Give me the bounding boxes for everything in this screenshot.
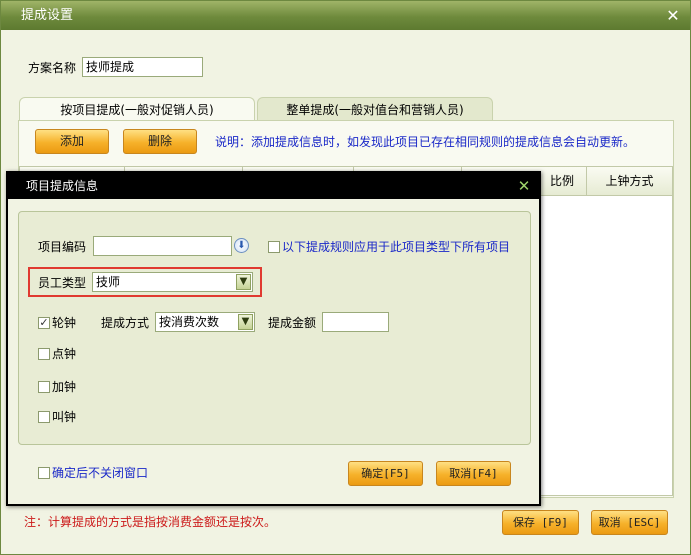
window-title: 提成设置 xyxy=(1,1,690,30)
item-code-input[interactable] xyxy=(93,236,232,256)
column-header-ratio[interactable]: 比例 xyxy=(538,167,586,195)
method-value: 按消费次数 xyxy=(159,315,220,329)
option-checkbox-dianzhong[interactable] xyxy=(38,348,50,360)
option-label-jiaozhong: 叫钟 xyxy=(52,410,77,424)
toolbar-note: 说明：添加提成信息时，如发现此项目已存在相同规则的提成信息会自动更新。 xyxy=(215,135,636,149)
item-commission-dialog: 项目提成信息 ✕ 项目编码 ⬇ 以下提成规则应用于此项目类型下所有项目 员工类型… xyxy=(6,171,541,506)
lookup-down-icon[interactable]: ⬇ xyxy=(234,238,249,253)
apply-all-checkbox[interactable] xyxy=(268,241,280,253)
close-icon[interactable]: ✕ xyxy=(664,1,682,30)
add-button[interactable]: 添加 xyxy=(35,129,109,154)
column-header-shift-method[interactable]: 上钟方式 xyxy=(587,167,672,195)
dialog-title: 项目提成信息 xyxy=(8,173,539,199)
footer-note: 注：计算提成的方式是指按消费金额还是按次。 xyxy=(24,515,277,529)
tab-by-item[interactable]: 按项目提成(一般对促销人员) xyxy=(19,97,255,121)
chevron-down-icon[interactable]: ▼ xyxy=(238,314,253,330)
method-label: 提成方式 xyxy=(101,316,150,330)
employee-type-value: 技师 xyxy=(96,275,121,289)
rule-group: 项目编码 ⬇ 以下提成规则应用于此项目类型下所有项目 员工类型 技师 ▼ ✓ 轮… xyxy=(18,211,531,445)
scheme-name-label: 方案名称 xyxy=(28,61,77,75)
option-label-dianzhong: 点钟 xyxy=(52,347,77,361)
dialog-ok-button[interactable]: 确定[F5] xyxy=(348,461,423,486)
option-checkbox-jiazhong[interactable] xyxy=(38,381,50,393)
option-checkbox-jiaozhong[interactable] xyxy=(38,411,50,423)
employee-type-label: 员工类型 xyxy=(38,276,87,290)
employee-type-select[interactable]: 技师 ▼ xyxy=(92,272,253,292)
item-code-label: 项目编码 xyxy=(38,240,87,254)
amount-label: 提成金额 xyxy=(268,316,317,330)
delete-button[interactable]: 删除 xyxy=(123,129,197,154)
option-checkbox-lunzhong[interactable]: ✓ xyxy=(38,317,50,329)
keep-open-label: 确定后不关闭窗口 xyxy=(52,466,149,480)
chevron-down-icon[interactable]: ▼ xyxy=(236,274,251,290)
option-label-jiazhong: 加钟 xyxy=(52,380,77,394)
save-button[interactable]: 保存 [F9] xyxy=(502,510,579,535)
keep-open-checkbox[interactable] xyxy=(38,467,50,479)
apply-all-label: 以下提成规则应用于此项目类型下所有项目 xyxy=(282,240,511,254)
amount-input[interactable] xyxy=(322,312,389,332)
scheme-name-input[interactable]: 技师提成 xyxy=(82,57,203,77)
method-select[interactable]: 按消费次数 ▼ xyxy=(155,312,255,332)
cancel-button[interactable]: 取消 [ESC] xyxy=(591,510,668,535)
tab-by-order[interactable]: 整单提成(一般对值台和营销人员) xyxy=(257,97,493,121)
dialog-cancel-button[interactable]: 取消[F4] xyxy=(436,461,511,486)
dialog-close-icon[interactable]: ✕ xyxy=(517,173,531,199)
dialog-body: 项目编码 ⬇ 以下提成规则应用于此项目类型下所有项目 员工类型 技师 ▼ ✓ 轮… xyxy=(8,199,539,504)
option-label-lunzhong: 轮钟 xyxy=(52,316,77,330)
